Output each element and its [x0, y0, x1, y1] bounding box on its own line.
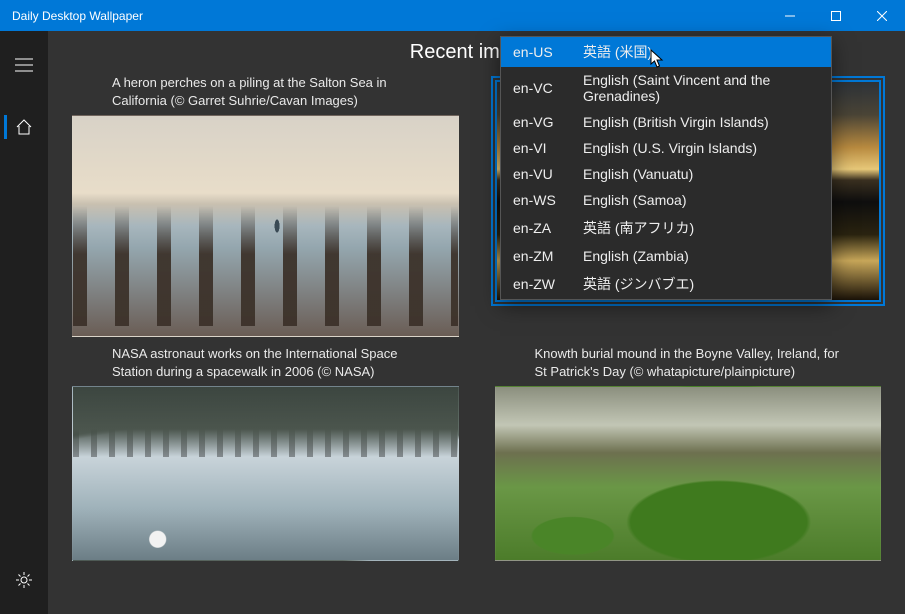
locale-label: English (Saint Vincent and the Grenadine…: [583, 72, 819, 104]
locale-code: en-ZM: [513, 248, 583, 264]
locale-code: en-US: [513, 44, 583, 60]
locale-code: en-VI: [513, 140, 583, 156]
locale-option[interactable]: en-ZW 英語 (ジンバブエ): [501, 269, 831, 299]
locale-option[interactable]: en-ZM English (Zambia): [501, 243, 831, 269]
image-card[interactable]: NASA astronaut works on the Internationa…: [72, 345, 459, 561]
locale-option[interactable]: en-VU English (Vanuatu): [501, 161, 831, 187]
locale-label: 英語 (南アフリカ): [583, 218, 819, 238]
locale-code: en-ZA: [513, 220, 583, 236]
window-controls: [767, 0, 905, 31]
locale-code: en-VG: [513, 114, 583, 130]
locale-code: en-VU: [513, 166, 583, 182]
locale-label: English (Vanuatu): [583, 166, 819, 182]
window-title: Daily Desktop Wallpaper: [0, 9, 767, 23]
hamburger-icon: [15, 58, 33, 72]
image-card[interactable]: A heron perches on a piling at the Salto…: [72, 74, 459, 337]
settings-button[interactable]: [4, 560, 44, 600]
locale-code: en-ZW: [513, 276, 583, 292]
locale-code: en-WS: [513, 192, 583, 208]
image-thumbnail[interactable]: [72, 115, 459, 337]
hamburger-button[interactable]: [4, 45, 44, 85]
locale-option[interactable]: en-ZA 英語 (南アフリカ): [501, 213, 831, 243]
close-button[interactable]: [859, 0, 905, 31]
locale-label: English (British Virgin Islands): [583, 114, 819, 130]
maximize-icon: [831, 11, 841, 21]
gear-icon: [15, 571, 33, 589]
image-caption: A heron perches on a piling at the Salto…: [72, 74, 459, 115]
locale-label: 英語 (米国): [583, 42, 819, 62]
close-icon: [877, 11, 887, 21]
locale-option[interactable]: en-US 英語 (米国): [501, 37, 831, 67]
locale-label: 英語 (ジンバブエ): [583, 274, 819, 294]
locale-option[interactable]: en-WS English (Samoa): [501, 187, 831, 213]
image-thumbnail[interactable]: [72, 386, 459, 561]
locale-code: en-VC: [513, 80, 583, 96]
locale-option[interactable]: en-VG English (British Virgin Islands): [501, 109, 831, 135]
titlebar: Daily Desktop Wallpaper: [0, 0, 905, 31]
locale-label: English (Zambia): [583, 248, 819, 264]
home-icon: [15, 118, 33, 136]
locale-option[interactable]: en-VI English (U.S. Virgin Islands): [501, 135, 831, 161]
active-indicator: [4, 115, 7, 139]
locale-dropdown[interactable]: en-US 英語 (米国) en-VC English (Saint Vince…: [500, 36, 832, 300]
locale-label: English (Samoa): [583, 192, 819, 208]
minimize-button[interactable]: [767, 0, 813, 31]
image-caption: NASA astronaut works on the Internationa…: [72, 345, 459, 386]
image-thumbnail[interactable]: [495, 386, 882, 561]
locale-label: English (U.S. Virgin Islands): [583, 140, 819, 156]
sidebar: [0, 31, 48, 614]
home-button[interactable]: [4, 107, 44, 147]
minimize-icon: [785, 11, 795, 21]
mouse-cursor: [650, 49, 664, 69]
maximize-button[interactable]: [813, 0, 859, 31]
image-caption: Knowth burial mound in the Boyne Valley,…: [495, 345, 882, 386]
locale-option[interactable]: en-VC English (Saint Vincent and the Gre…: [501, 67, 831, 109]
image-card[interactable]: Knowth burial mound in the Boyne Valley,…: [495, 345, 882, 561]
